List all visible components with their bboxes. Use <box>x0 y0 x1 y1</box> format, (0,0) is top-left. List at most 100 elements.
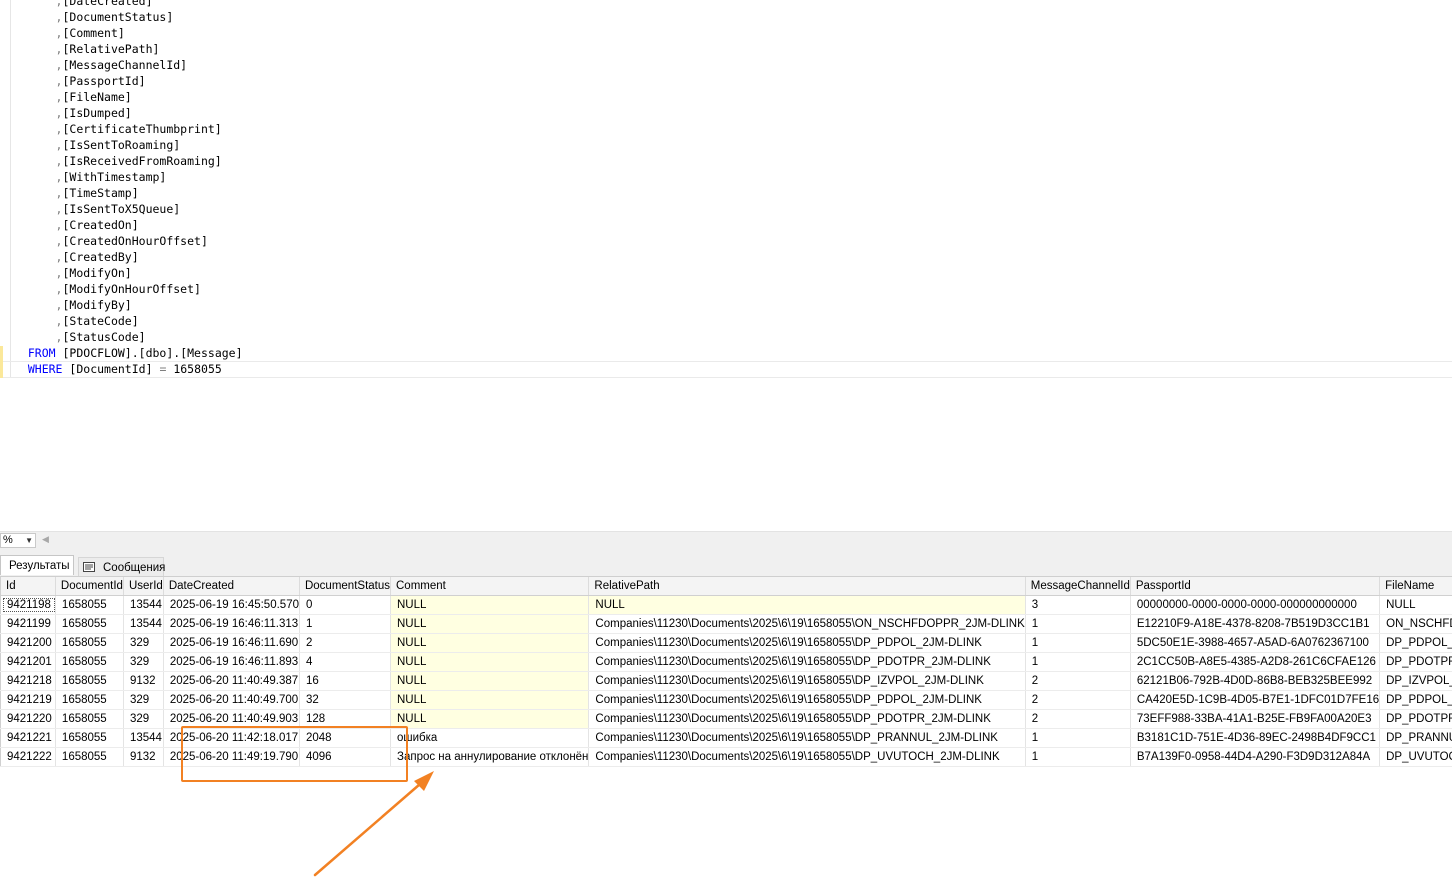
table-cell[interactable]: 9421221 <box>0 728 56 748</box>
table-cell[interactable]: NULL <box>390 595 590 615</box>
table-cell[interactable]: 00000000-0000-0000-0000-000000000000 <box>1130 595 1381 615</box>
table-row[interactable]: 9421201 1658055 329 2025-06-19 16:46:11.893… <box>0 652 1452 672</box>
table-cell[interactable]: CA420E5D-1C9B-4D05-B7E1-1DFC01D7FE16 <box>1130 690 1381 710</box>
table-cell[interactable]: DP_PDPOL_2JM-DLINK-0F0E7FE <box>1379 690 1452 710</box>
table-cell[interactable]: 9421200 <box>0 633 56 653</box>
table-cell[interactable]: 13544 <box>123 595 164 615</box>
table-cell[interactable]: 329 <box>123 690 164 710</box>
table-cell[interactable]: 2025-06-19 16:46:11.313 <box>163 614 300 634</box>
table-cell[interactable]: ON_NSCHFDOPPR_2JM-DLINK-0 <box>1379 614 1452 634</box>
table-cell[interactable]: 329 <box>123 633 164 653</box>
column-header[interactable]: DocumentId <box>55 577 124 596</box>
table-cell[interactable]: 13544 <box>123 614 164 634</box>
table-cell[interactable]: NULL <box>1379 595 1452 615</box>
column-header[interactable]: Id <box>0 577 56 596</box>
table-cell[interactable]: DP_PDOTPR_2JM-DLINK-0F0E7 <box>1379 652 1452 672</box>
table-cell[interactable]: NULL <box>390 652 590 672</box>
table-cell[interactable]: Companies\11230\Documents\2025\6\19\1658… <box>588 652 1026 672</box>
table-cell[interactable]: Companies\11230\Documents\2025\6\19\1658… <box>588 709 1026 729</box>
table-cell[interactable]: 13544 <box>123 728 164 748</box>
table-cell[interactable]: 16 <box>299 671 392 691</box>
table-cell[interactable]: NULL <box>390 709 590 729</box>
table-cell[interactable]: NULL <box>390 633 590 653</box>
table-cell[interactable]: 3 <box>1025 595 1131 615</box>
table-cell[interactable]: 32 <box>299 690 392 710</box>
table-cell[interactable]: 2C1CC50B-A8E5-4385-A2D8-261C6CFAE126 <box>1130 652 1381 672</box>
table-cell[interactable]: 2025-06-19 16:46:11.690 <box>163 633 300 653</box>
table-cell[interactable]: Companies\11230\Documents\2025\6\19\1658… <box>588 690 1026 710</box>
table-cell[interactable]: B3181C1D-751E-4D36-89EC-2498B4DF9CC1 <box>1130 728 1381 748</box>
table-cell[interactable]: 9132 <box>123 747 164 767</box>
table-cell[interactable]: NULL <box>390 690 590 710</box>
table-cell[interactable]: 1 <box>299 614 392 634</box>
table-cell[interactable]: 2 <box>299 633 392 653</box>
table-cell[interactable]: Companies\11230\Documents\2025\6\19\1658… <box>588 671 1026 691</box>
table-cell[interactable]: Companies\11230\Documents\2025\6\19\1658… <box>588 728 1026 748</box>
table-cell[interactable]: 5DC50E1E-3988-4657-A5AD-6A0762367100 <box>1130 633 1381 653</box>
sql-editor[interactable]: ,[DateCreated] ,[DocumentStatus] ,[Comme… <box>0 0 1452 530</box>
table-cell[interactable]: 329 <box>123 652 164 672</box>
scroll-left-icon[interactable]: ◀ <box>42 534 49 545</box>
table-cell[interactable]: 1 <box>1025 652 1131 672</box>
table-cell[interactable]: 2025-06-20 11:40:49.387 <box>163 671 300 691</box>
table-cell[interactable]: NULL <box>588 595 1026 615</box>
table-cell[interactable]: 2025-06-19 16:46:11.893 <box>163 652 300 672</box>
column-header[interactable]: DateCreated <box>163 577 300 596</box>
column-header[interactable]: PassportId <box>1130 577 1381 596</box>
table-cell[interactable]: DP_PDPOL_2JM-DLINK-8984527 <box>1379 633 1452 653</box>
table-cell[interactable]: 0 <box>299 595 392 615</box>
zoom-select[interactable]: % ▼ <box>0 533 36 548</box>
column-header[interactable]: Comment <box>390 577 590 596</box>
table-cell[interactable]: 62121B06-792B-4D0D-86B8-BEB325BEE992 <box>1130 671 1381 691</box>
table-cell[interactable]: DP_UVUTOCH_2JM-DLINK-8984 <box>1379 747 1452 767</box>
column-header[interactable]: UserId <box>123 577 164 596</box>
table-cell[interactable]: E12210F9-A18E-4378-8208-7B519D3CC1B1 <box>1130 614 1381 634</box>
table-row[interactable]: 9421199 1658055 13544 2025-06-19 16:46:11.3… <box>0 614 1452 634</box>
tab-messages[interactable]: Сообщения <box>78 557 165 576</box>
table-cell[interactable]: Companies\11230\Documents\2025\6\19\1658… <box>588 747 1026 767</box>
table-cell[interactable]: 2 <box>1025 671 1131 691</box>
table-cell[interactable]: NULL <box>390 671 590 691</box>
column-header[interactable]: RelativePath <box>588 577 1026 596</box>
tab-results[interactable]: Результаты <box>0 555 74 575</box>
table-cell[interactable]: 1658055 <box>55 728 124 748</box>
table-cell[interactable]: 2025-06-19 16:45:50.570 <box>163 595 300 615</box>
table-cell[interactable]: 9421220 <box>0 709 56 729</box>
table-cell[interactable]: 2 <box>1025 690 1131 710</box>
table-cell[interactable]: 1 <box>1025 747 1131 767</box>
column-header[interactable]: DocumentStatus <box>299 577 392 596</box>
column-header[interactable]: MessageChannelId <box>1025 577 1131 596</box>
table-cell[interactable]: 9421198 <box>0 595 56 615</box>
table-cell[interactable]: 1658055 <box>55 709 124 729</box>
table-cell[interactable]: 1658055 <box>55 614 124 634</box>
table-cell[interactable]: 1 <box>1025 633 1131 653</box>
table-cell[interactable]: 2025-06-20 11:40:49.700 <box>163 690 300 710</box>
table-cell[interactable]: 1658055 <box>55 633 124 653</box>
table-cell[interactable]: 4 <box>299 652 392 672</box>
table-cell[interactable]: Companies\11230\Documents\2025\6\19\1658… <box>588 614 1026 634</box>
table-row[interactable]: 9421218 1658055 9132 2025-06-20 11:40:49.38… <box>0 671 1452 691</box>
table-cell[interactable]: DP_PDOTPR_2JM-DLINK-898452 <box>1379 709 1452 729</box>
table-cell[interactable]: 1658055 <box>55 595 124 615</box>
table-cell[interactable]: 1658055 <box>55 652 124 672</box>
column-header[interactable]: FileName <box>1379 577 1452 596</box>
table-cell[interactable]: 9132 <box>123 671 164 691</box>
table-cell[interactable]: 1 <box>1025 728 1131 748</box>
table-cell[interactable]: DP_PRANNUL_2JM-DLINK-0F0E <box>1379 728 1452 748</box>
table-cell[interactable]: ошибка <box>390 728 590 748</box>
table-cell[interactable]: 9421218 <box>0 671 56 691</box>
table-row[interactable]: 9421200 1658055 329 2025-06-19 16:46:11.690… <box>0 633 1452 653</box>
table-row[interactable]: 9421198 1658055 13544 2025-06-19 16:45:50.5… <box>0 595 1452 615</box>
table-cell[interactable]: 9421201 <box>0 652 56 672</box>
table-cell[interactable]: 1658055 <box>55 690 124 710</box>
table-cell[interactable]: 329 <box>123 709 164 729</box>
table-cell[interactable]: 73EFF988-33BA-41A1-B25E-FB9FA00A20E3 <box>1130 709 1381 729</box>
table-cell[interactable]: 2 <box>1025 709 1131 729</box>
table-cell[interactable]: 1658055 <box>55 671 124 691</box>
table-cell[interactable]: 9421199 <box>0 614 56 634</box>
table-cell[interactable]: 9421219 <box>0 690 56 710</box>
table-cell[interactable]: 1658055 <box>55 747 124 767</box>
table-cell[interactable]: B7A139F0-0958-44D4-A290-F3D9D312A84A <box>1130 747 1381 767</box>
table-cell[interactable]: NULL <box>390 614 590 634</box>
table-cell[interactable]: 1 <box>1025 614 1131 634</box>
